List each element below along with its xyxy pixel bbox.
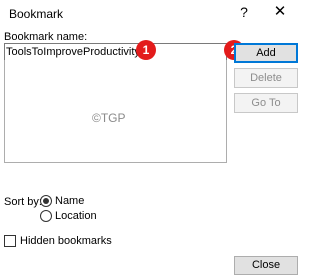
watermark: ©TGP [92, 111, 126, 125]
radio-unselected-icon[interactable] [40, 210, 52, 222]
bookmark-name-input[interactable] [4, 43, 227, 61]
go-to-button[interactable]: Go To [234, 93, 298, 113]
annotation-marker-1: 1 [136, 40, 156, 60]
sort-by-location-label: Location [55, 210, 97, 222]
bookmark-name-label: Bookmark name: [4, 31, 88, 43]
help-icon[interactable]: ? [236, 4, 252, 20]
close-icon[interactable]: ✕ [272, 4, 288, 20]
add-button[interactable]: Add [234, 43, 298, 63]
hidden-bookmarks-checkbox[interactable] [4, 235, 16, 247]
radio-selected-icon[interactable] [40, 195, 52, 207]
sort-by-location-option[interactable]: Location [40, 210, 97, 222]
hidden-bookmarks-label: Hidden bookmarks [20, 235, 112, 247]
close-button[interactable]: Close [234, 256, 298, 275]
bookmark-dialog: Bookmark ? ✕ Bookmark name: ©TGP 1 2 Add… [0, 0, 300, 278]
sort-by-label: Sort by: [4, 196, 42, 208]
dialog-title: Bookmark [9, 7, 64, 21]
hidden-bookmarks-option[interactable]: Hidden bookmarks [4, 235, 112, 247]
sort-by-name-label: Name [55, 195, 85, 207]
delete-button[interactable]: Delete [234, 68, 298, 88]
sort-by-name-option[interactable]: Name [40, 195, 84, 207]
